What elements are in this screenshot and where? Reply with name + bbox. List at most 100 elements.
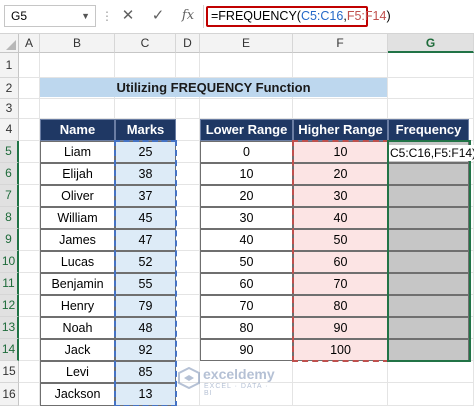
formula-ref-marks: C5:C16 [300, 9, 344, 23]
marks-cell[interactable]: 48 [115, 317, 176, 339]
frequency-cell[interactable] [388, 207, 469, 229]
marks-cell[interactable]: 47 [115, 229, 176, 251]
marks-cell[interactable]: 38 [115, 163, 176, 185]
frequency-cell[interactable] [388, 317, 469, 339]
header-higher-range: Higher Range [293, 119, 388, 141]
name-cell[interactable]: Benjamin [40, 273, 115, 295]
row-header-6[interactable]: 6 [0, 163, 19, 185]
higher-range-cell[interactable]: 20 [293, 163, 388, 185]
frequency-cell[interactable] [388, 185, 469, 207]
lower-range-cell[interactable]: 90 [200, 339, 293, 361]
lower-range-cell[interactable]: 60 [200, 273, 293, 295]
formula-text[interactable]: =FREQUENCY(C5:C16,F5:F14) [206, 6, 391, 27]
row-header-16[interactable]: 16 [0, 383, 19, 406]
row-header-8[interactable]: 8 [0, 207, 19, 229]
lower-range-cell[interactable]: 40 [200, 229, 293, 251]
name-cell[interactable]: Oliver [40, 185, 115, 207]
column-header-g[interactable]: G [388, 34, 474, 53]
higher-range-cell[interactable]: 100 [293, 339, 388, 361]
marks-cell[interactable]: 85 [115, 361, 176, 383]
column-header-b[interactable]: B [40, 34, 115, 53]
row-header-5[interactable]: 5 [0, 141, 19, 163]
close-icon[interactable]: ✕ [118, 7, 138, 27]
row-header-1[interactable]: 1 [0, 53, 19, 78]
exceldemy-logo-icon [178, 367, 200, 389]
marks-cell[interactable]: 79 [115, 295, 176, 317]
higher-range-cell[interactable]: 70 [293, 273, 388, 295]
check-icon[interactable]: ✓ [148, 7, 168, 27]
marks-cell[interactable]: 37 [115, 185, 176, 207]
name-cell[interactable]: Levi [40, 361, 115, 383]
row-header-3[interactable]: 3 [0, 99, 19, 119]
drag-handle-icon[interactable]: ⋮ [101, 9, 113, 23]
higher-range-cell[interactable]: 40 [293, 207, 388, 229]
higher-range-cell[interactable]: 80 [293, 295, 388, 317]
row-header-14[interactable]: 14 [0, 339, 19, 361]
row-header-2[interactable]: 2 [0, 78, 19, 99]
lower-range-cell[interactable]: 0 [200, 141, 293, 163]
column-header-c[interactable]: C [115, 34, 176, 53]
insert-function-icon[interactable]: fx [178, 7, 198, 27]
select-all-corner[interactable] [0, 34, 19, 53]
marks-cell[interactable]: 92 [115, 339, 176, 361]
name-box[interactable]: G5 ▼ [4, 5, 96, 27]
higher-range-cell[interactable]: 30 [293, 185, 388, 207]
watermark-subtitle: EXCEL · DATA · BI [204, 383, 269, 397]
lower-range-cell[interactable]: 50 [200, 251, 293, 273]
name-box-value: G5 [11, 9, 28, 23]
row-header-15[interactable]: 15 [0, 361, 19, 383]
name-cell[interactable]: Liam [40, 141, 115, 163]
name-cell[interactable]: James [40, 229, 115, 251]
formula-ref-higher: F5:F14 [346, 9, 387, 23]
column-header-f[interactable]: F [293, 34, 388, 53]
higher-range-cell[interactable]: 90 [293, 317, 388, 339]
name-cell[interactable]: Elijah [40, 163, 115, 185]
frequency-cell[interactable] [388, 273, 469, 295]
name-cell[interactable]: Henry [40, 295, 115, 317]
frequency-cell[interactable] [388, 295, 469, 317]
header-name: Name [40, 119, 115, 141]
row-header-7[interactable]: 7 [0, 185, 19, 207]
frequency-cell[interactable] [388, 251, 469, 273]
active-cell-formula-text[interactable]: C5:C16,F5:F14) [389, 145, 474, 161]
name-cell[interactable]: William [40, 207, 115, 229]
column-header-e[interactable]: E [200, 34, 293, 53]
name-cell[interactable]: Jack [40, 339, 115, 361]
frequency-cell[interactable] [388, 339, 469, 361]
chevron-down-icon[interactable]: ▼ [81, 6, 90, 26]
formula-bar: G5 ▼ ⋮ ✕ ✓ fx =FREQUENCY(C5:C16,F5:F14) [0, 0, 474, 34]
header-frequency: Frequency [388, 119, 469, 141]
gridline [19, 98, 474, 99]
frequency-cell[interactable] [388, 229, 469, 251]
marks-cell[interactable]: 55 [115, 273, 176, 295]
name-cell[interactable]: Lucas [40, 251, 115, 273]
column-header-d[interactable]: D [176, 34, 200, 53]
lower-range-cell[interactable]: 20 [200, 185, 293, 207]
row-header-12[interactable]: 12 [0, 295, 19, 317]
frequency-cell[interactable] [388, 163, 469, 185]
sheet-title: Utilizing FREQUENCY Function [40, 78, 387, 97]
marks-cell[interactable]: 45 [115, 207, 176, 229]
row-header-4[interactable]: 4 [0, 119, 19, 141]
lower-range-cell[interactable]: 80 [200, 317, 293, 339]
lower-range-cell[interactable]: 10 [200, 163, 293, 185]
higher-range-cell[interactable]: 60 [293, 251, 388, 273]
higher-range-cell[interactable]: 10 [293, 141, 388, 163]
header-marks: Marks [115, 119, 176, 141]
higher-range-cell[interactable]: 50 [293, 229, 388, 251]
row-header-10[interactable]: 10 [0, 251, 19, 273]
row-header-11[interactable]: 11 [0, 273, 19, 295]
column-header-a[interactable]: A [19, 34, 40, 53]
marks-cell[interactable]: 25 [115, 141, 176, 163]
lower-range-cell[interactable]: 30 [200, 207, 293, 229]
name-cell[interactable]: Jackson [40, 383, 115, 406]
marks-cell[interactable]: 13 [115, 383, 176, 406]
marks-cell[interactable]: 52 [115, 251, 176, 273]
header-lower-range: Lower Range [200, 119, 293, 141]
lower-range-cell[interactable]: 70 [200, 295, 293, 317]
row-header-9[interactable]: 9 [0, 229, 19, 251]
formula-suffix: ) [386, 9, 391, 23]
row-header-13[interactable]: 13 [0, 317, 19, 339]
formula-prefix: =FREQUENCY( [211, 9, 301, 23]
name-cell[interactable]: Noah [40, 317, 115, 339]
